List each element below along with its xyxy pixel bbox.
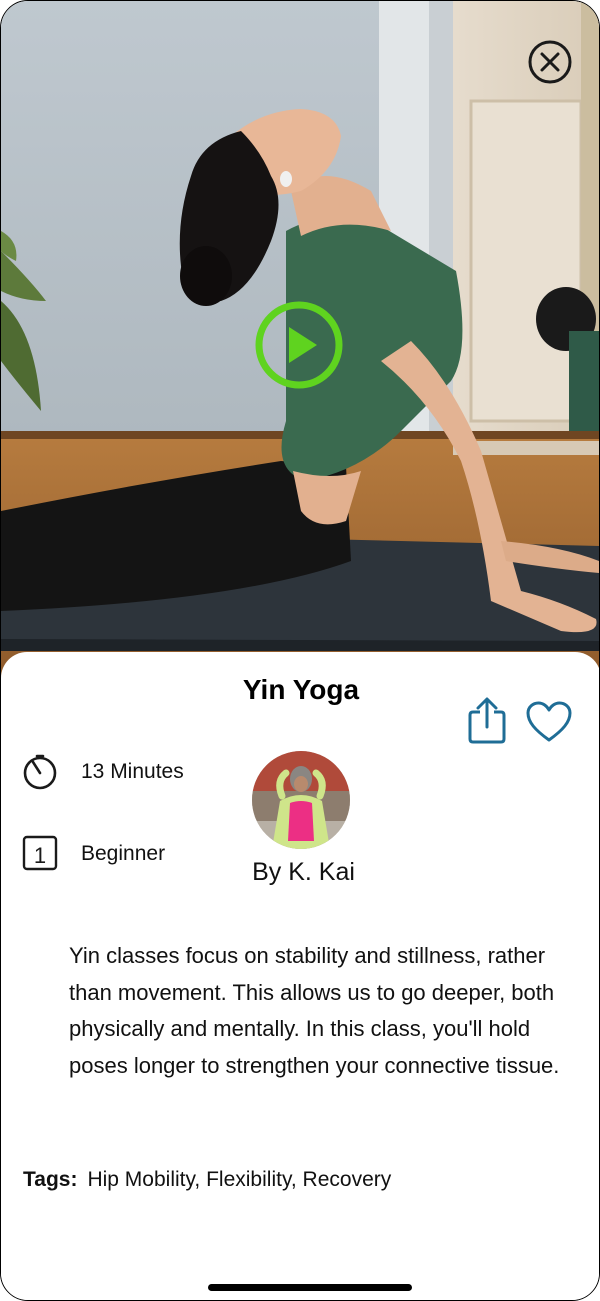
tags-list: Hip Mobility, Flexibility, Recovery [87, 1168, 392, 1191]
play-button[interactable] [253, 299, 345, 391]
instructor-avatar[interactable] [252, 751, 350, 849]
class-description: Yin classes focus on stability and still… [69, 943, 560, 1078]
duration-text: 13 Minutes [81, 760, 184, 783]
timer-icon [23, 754, 57, 790]
class-details-sheet: Yin Yoga 13 Minutes 1 Beginner By K. Kai… [1, 652, 599, 1300]
phone-frame: Yin Yoga 13 Minutes 1 Beginner By K. Kai… [0, 0, 600, 1301]
instructor-photo [252, 751, 350, 849]
instructor-name[interactable]: By K. Kai [1, 858, 599, 887]
class-title: Yin Yoga [242, 674, 360, 705]
class-video-thumbnail[interactable] [1, 1, 599, 681]
close-button[interactable] [527, 39, 573, 85]
heart-icon [526, 701, 572, 742]
tags-label: Tags: [23, 1168, 78, 1191]
favorite-button[interactable] [525, 700, 573, 744]
share-button[interactable] [467, 696, 507, 744]
play-circle-icon [255, 301, 343, 389]
home-indicator[interactable] [208, 1284, 412, 1291]
tags-row: Tags: Hip Mobility, Flexibility, Recovery [23, 1168, 391, 1192]
close-circle-icon [528, 40, 572, 84]
share-icon [468, 697, 506, 744]
duration-row: 13 Minutes [21, 752, 184, 792]
